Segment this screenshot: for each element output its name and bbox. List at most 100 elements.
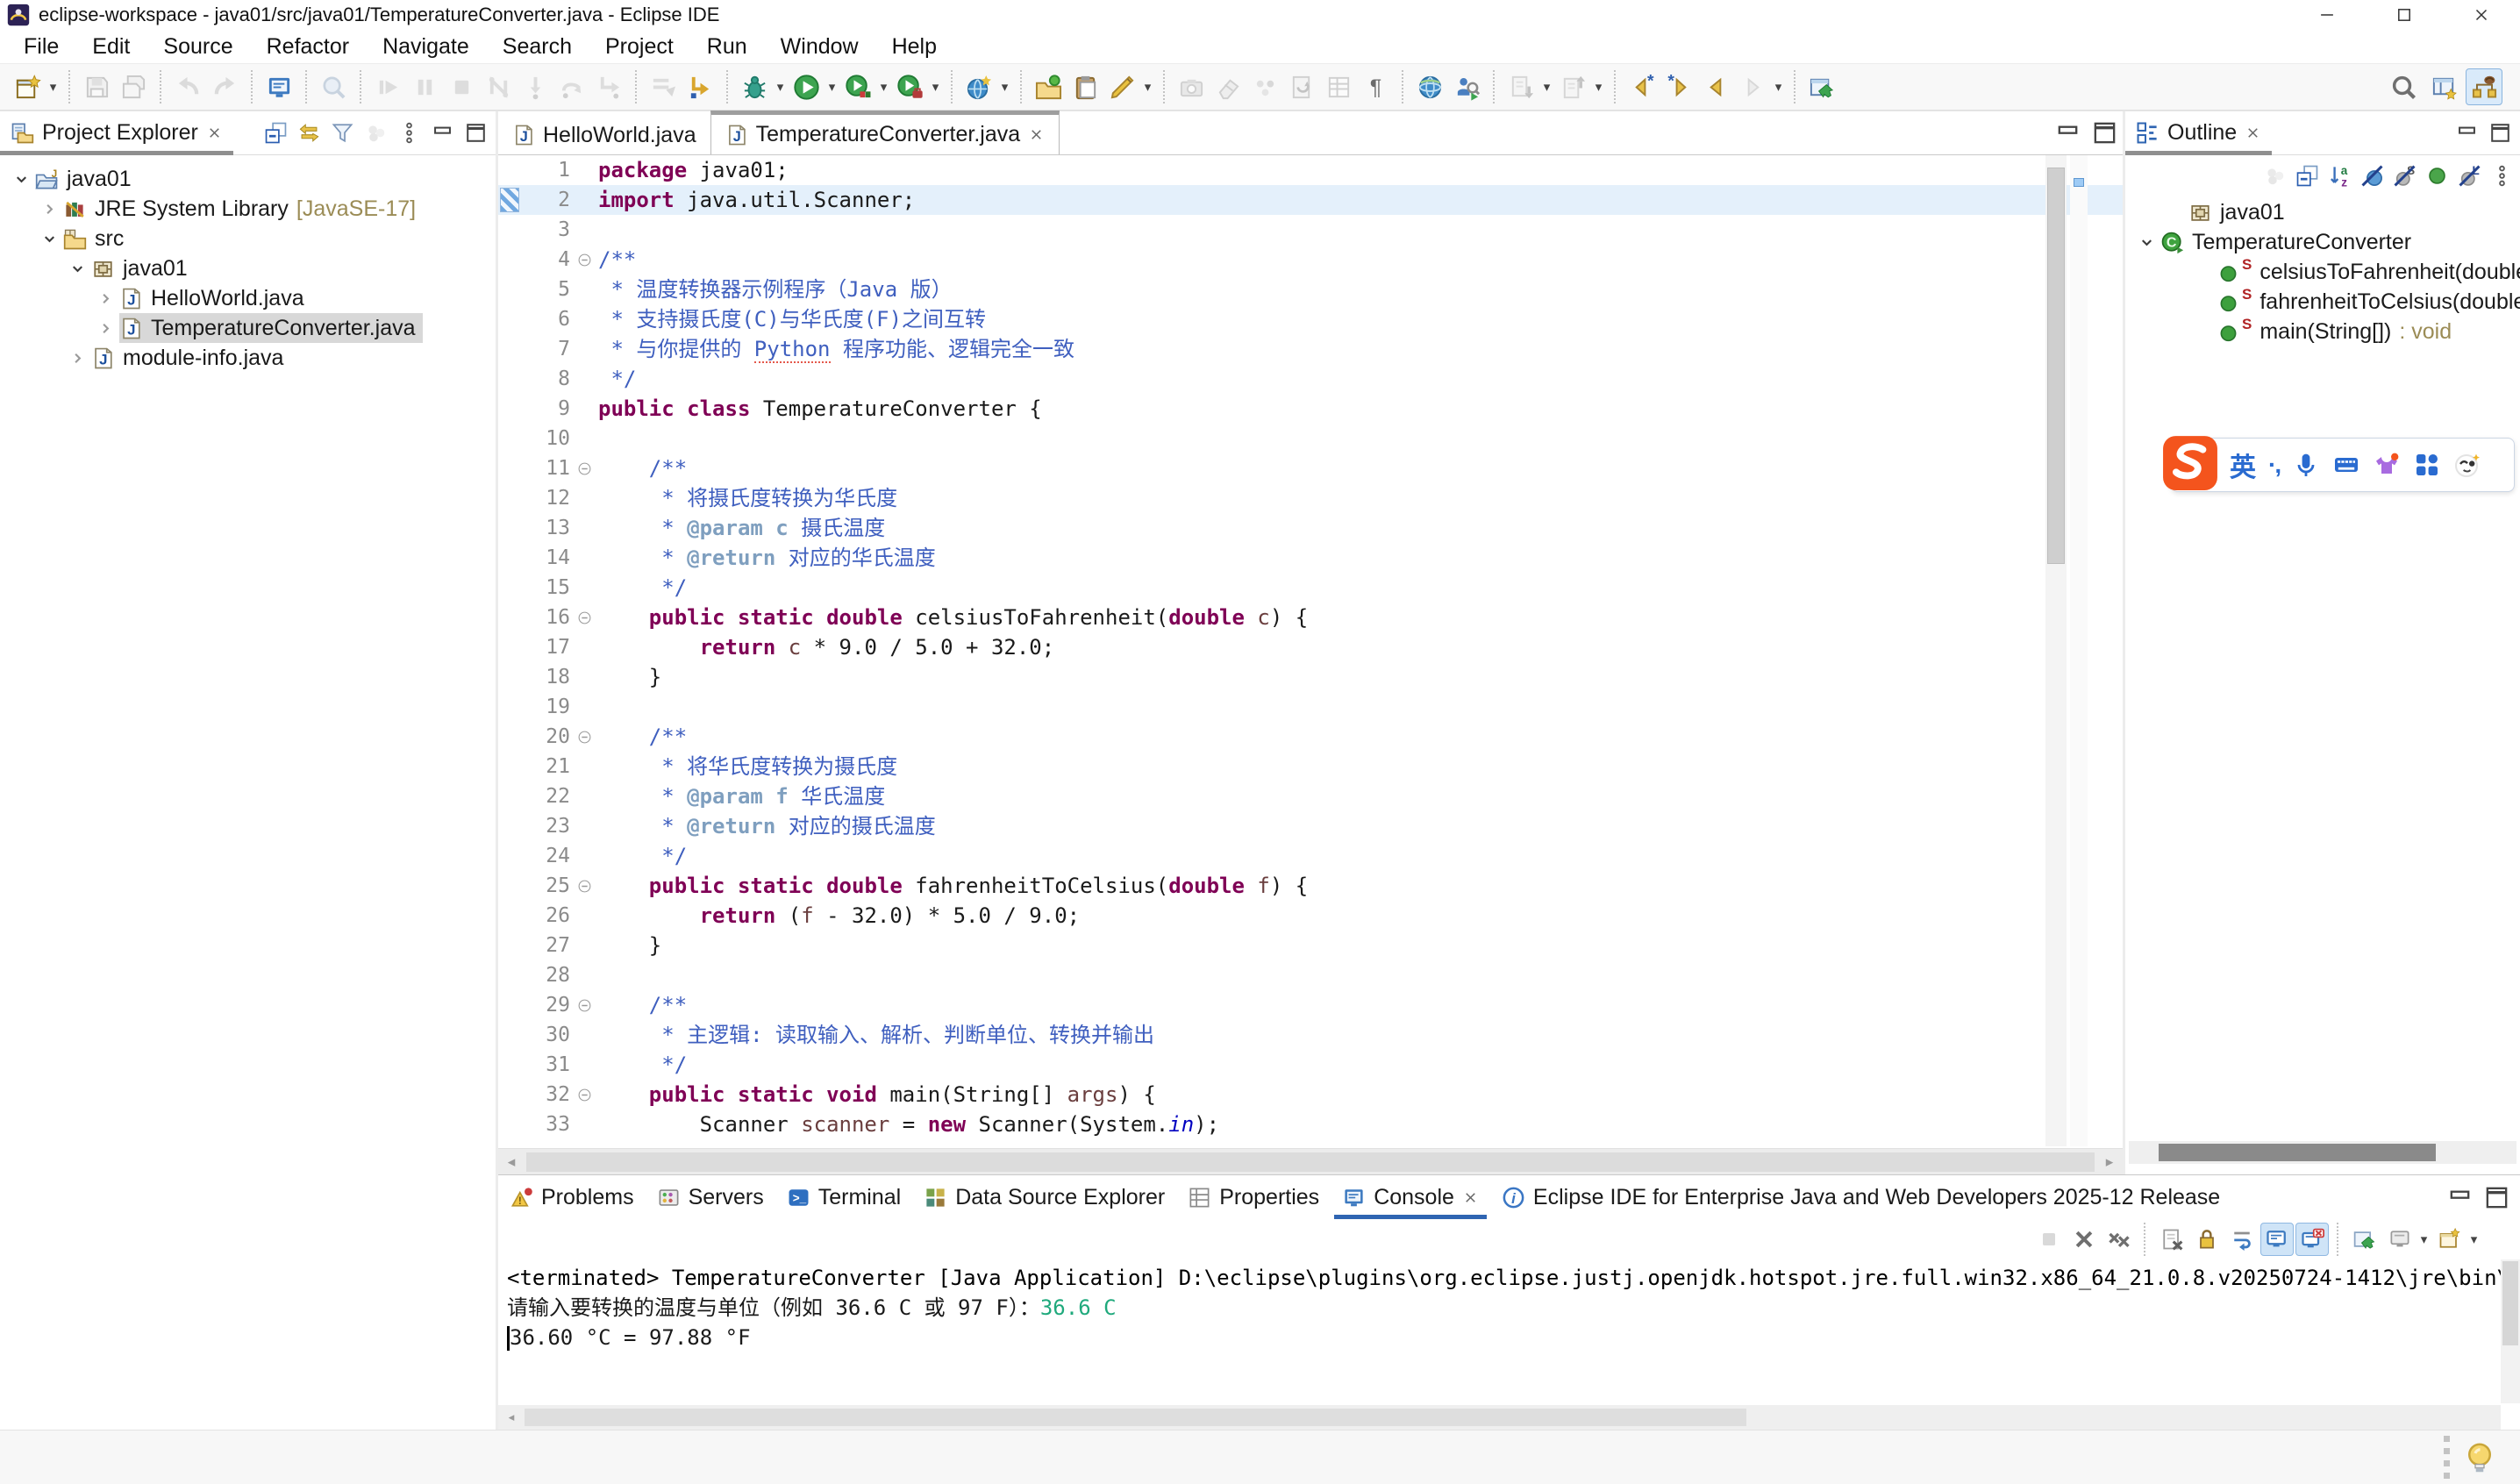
minimize-view-icon[interactable] [2441,1179,2478,1216]
scroll-right-icon[interactable]: ▸ [2096,1153,2123,1171]
view-tab-terminal[interactable]: >_Terminal [775,1175,912,1219]
ime-keyboard-icon[interactable] [2332,451,2360,479]
menu-item-run[interactable]: Run [690,34,764,60]
scroll-left-icon[interactable]: ◂ [498,1409,525,1426]
step-return-icon[interactable] [590,68,627,105]
clear-console-icon[interactable] [2155,1223,2188,1256]
code-editor[interactable]: 1package java01;2import java.util.Scanne… [498,155,2123,1148]
dropdown-arrow-icon[interactable]: ▾ [1771,79,1786,95]
table-doc-icon[interactable] [1320,68,1357,105]
show-on-stderr-icon[interactable] [2295,1223,2329,1256]
resume-icon[interactable] [369,68,406,105]
code-line-19[interactable]: 19 [498,692,2123,722]
menu-item-navigate[interactable]: Navigate [366,34,486,60]
undo-icon[interactable] [169,68,206,105]
code-line-23[interactable]: 23 * @return 对应的摄氏温度 [498,811,2123,841]
menu-item-window[interactable]: Window [764,34,875,60]
search-main-icon[interactable] [2385,68,2422,105]
code-line-32[interactable]: 32 public static void main(String[] args… [498,1080,2123,1109]
console-vertical-scrollbar[interactable] [2501,1259,2520,1403]
view-menu-icon[interactable] [2486,160,2518,192]
editor-tab-helloworld-java[interactable]: JHelloWorld.java [498,116,710,154]
open-console-icon[interactable] [2433,1223,2466,1256]
tab-project-explorer[interactable]: Project Explorer [0,111,233,154]
close-icon[interactable] [206,125,223,141]
palette-dots-icon[interactable] [1246,68,1283,105]
minimize-view-icon[interactable] [2049,115,2086,152]
code-line-1[interactable]: 1package java01; [498,155,2123,185]
back-history-annotated-icon[interactable]: * [1624,68,1660,105]
code-line-21[interactable]: 21 * 将华氏度转换为摄氏度 [498,752,2123,781]
snapshot-icon[interactable] [1173,68,1210,105]
debug-icon[interactable] [736,68,773,105]
link-with-editor-icon[interactable] [292,117,325,150]
view-tab-eclipse-ide-for-enterprise-java-and-web-[interactable]: iEclipse IDE for Enterprise Java and Web… [1490,1175,2231,1219]
code-line-17[interactable]: 17 return c * 9.0 / 5.0 + 32.0; [498,632,2123,662]
back-history-icon[interactable] [1697,68,1734,105]
remove-all-launches-icon[interactable] [2102,1223,2136,1256]
project-item-src[interactable]: src [0,224,496,253]
view-menu-icon[interactable] [392,117,425,150]
hide-local-types-icon[interactable]: L [2453,160,2486,192]
outline-item-temperatureconverter[interactable]: CTemperatureConverter [2125,227,2520,257]
maximize-view-icon[interactable] [459,117,492,150]
paste-clipboard-icon[interactable] [1067,68,1103,105]
code-line-15[interactable]: 15 */ [498,573,2123,603]
editor-vertical-scrollbar[interactable] [2045,155,2067,1146]
view-tab-properties[interactable]: Properties [1176,1175,1331,1219]
code-line-25[interactable]: 25 public static double fahrenheitToCels… [498,871,2123,901]
code-line-29[interactable]: 29 /** [498,990,2123,1020]
code-line-4[interactable]: 4/** [498,245,2123,275]
step-into-icon[interactable] [517,68,553,105]
ime-language-mode[interactable]: 英 [2230,446,2256,484]
push-up-icon[interactable] [1554,68,1591,105]
view-tab-servers[interactable]: Servers [646,1175,775,1219]
highlight-pen-icon[interactable] [1103,68,1140,105]
fold-collapse-icon[interactable] [570,990,598,1020]
display-selected-console-icon[interactable] [2383,1223,2416,1256]
dropdown-arrow-icon[interactable]: ▾ [876,79,891,95]
show-non-public-icon[interactable] [2421,160,2453,192]
outline-item-java01[interactable]: java01 [2125,197,2520,227]
save-icon[interactable] [78,68,115,105]
menu-item-project[interactable]: Project [589,34,690,60]
code-line-26[interactable]: 26 return (f - 32.0) * 5.0 / 9.0; [498,901,2123,931]
code-line-24[interactable]: 24 */ [498,841,2123,871]
chevron-right-icon[interactable] [91,290,119,307]
maximize-view-icon[interactable] [2483,117,2516,150]
dropdown-arrow-icon[interactable]: ▾ [1539,79,1554,95]
console-horizontal-scrollbar[interactable]: ◂ [498,1405,2501,1430]
search-annotation-icon[interactable] [315,68,352,105]
outline-item-main-string-[interactable]: Smain(String[]): void [2125,317,2520,346]
dropdown-arrow-icon[interactable]: ▾ [46,79,61,95]
window-minimize-icon[interactable] [2288,0,2366,30]
eraser-icon[interactable] [1210,68,1246,105]
ime-skin-icon[interactable] [2373,451,2401,479]
project-item-module-info-java[interactable]: Jmodule-info.java [0,343,496,373]
dropdown-arrow-icon[interactable]: ▾ [1140,79,1155,95]
remove-launch-icon[interactable] [2067,1223,2101,1256]
minimize-view-icon[interactable] [2450,117,2483,150]
maximize-view-icon[interactable] [2478,1179,2515,1216]
hide-static-icon[interactable]: S [2388,160,2421,192]
forward-history-annotated-icon[interactable]: * [1660,68,1697,105]
run-icon[interactable] [788,68,825,105]
maximize-view-icon[interactable] [2086,115,2123,152]
view-tab-data-source-explorer[interactable]: Data Source Explorer [912,1175,1176,1219]
tips-lightbulb-icon[interactable] [2462,1440,2497,1475]
ime-mascot-icon[interactable] [2453,451,2481,479]
ime-toolbar[interactable]: 英 ·, [2171,438,2515,492]
hide-fields-icon[interactable] [2356,160,2388,192]
outline-horizontal-scrollbar[interactable] [2129,1141,2516,1164]
project-item-java01[interactable]: java01 [0,253,496,283]
menu-item-file[interactable]: File [7,34,75,60]
new-web-service-icon[interactable] [960,68,997,105]
coverage-icon[interactable] [839,68,876,105]
pin-console-icon[interactable] [2348,1223,2381,1256]
menu-item-search[interactable]: Search [486,34,589,60]
terminate-console-icon[interactable] [2032,1223,2066,1256]
save-all-icon[interactable] [115,68,152,105]
code-line-6[interactable]: 6 * 支持摄氏度(C)与华氏度(F)之间互转 [498,304,2123,334]
import-folder-icon[interactable] [1030,68,1067,105]
code-line-12[interactable]: 12 * 将摄氏度转换为华氏度 [498,483,2123,513]
